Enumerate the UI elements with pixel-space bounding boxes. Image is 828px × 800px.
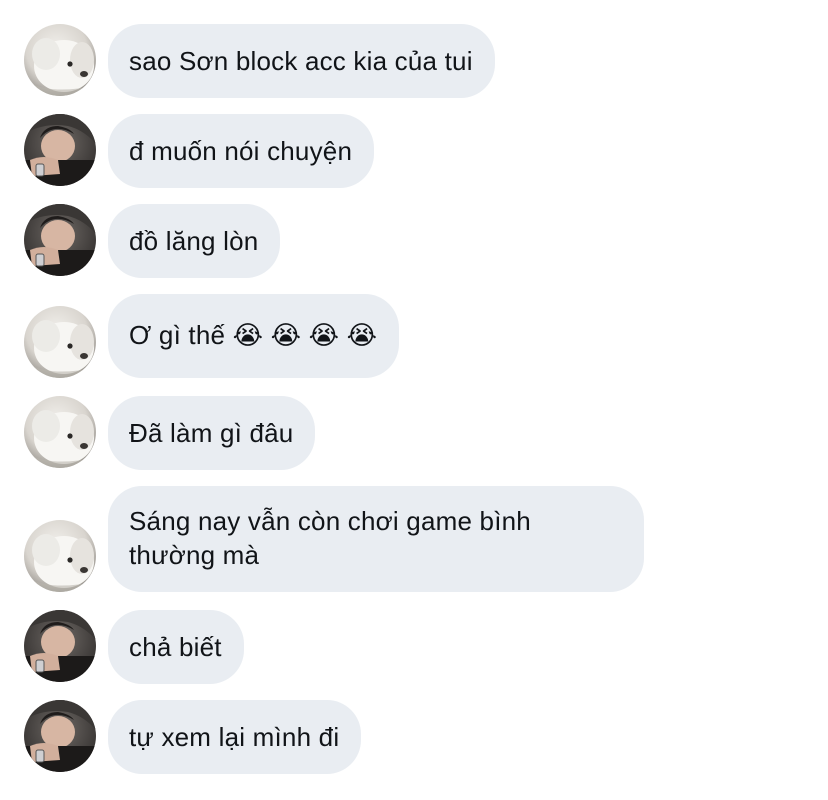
avatar-dog[interactable]: [24, 306, 96, 378]
message-bubble[interactable]: Ơ gì thế 😭 😭 😭 😭: [108, 294, 400, 378]
message-bubble[interactable]: Đã làm gì đâu: [108, 396, 316, 470]
message-bubble[interactable]: đồ lăng lòn: [108, 204, 281, 278]
avatar-man[interactable]: [24, 114, 96, 186]
avatar-man[interactable]: [24, 700, 96, 772]
message-bubble[interactable]: sao Sơn block acc kia của tui: [108, 24, 495, 98]
message-thread: sao Sơn block acc kia của tui đ muốn nói…: [0, 0, 828, 800]
message-bubble[interactable]: đ muốn nói chuyện: [108, 114, 375, 188]
avatar-man[interactable]: [24, 610, 96, 682]
message-bubble[interactable]: Sáng nay vẫn còn chơi game bình thường m…: [108, 486, 644, 592]
avatar-man[interactable]: [24, 204, 96, 276]
avatar-dog[interactable]: [24, 520, 96, 592]
message-bubble[interactable]: chả biết: [108, 610, 244, 684]
avatar-dog[interactable]: [24, 396, 96, 468]
message-bubble[interactable]: tự xem lại mình đi: [108, 700, 362, 774]
avatar-dog[interactable]: [24, 24, 96, 96]
